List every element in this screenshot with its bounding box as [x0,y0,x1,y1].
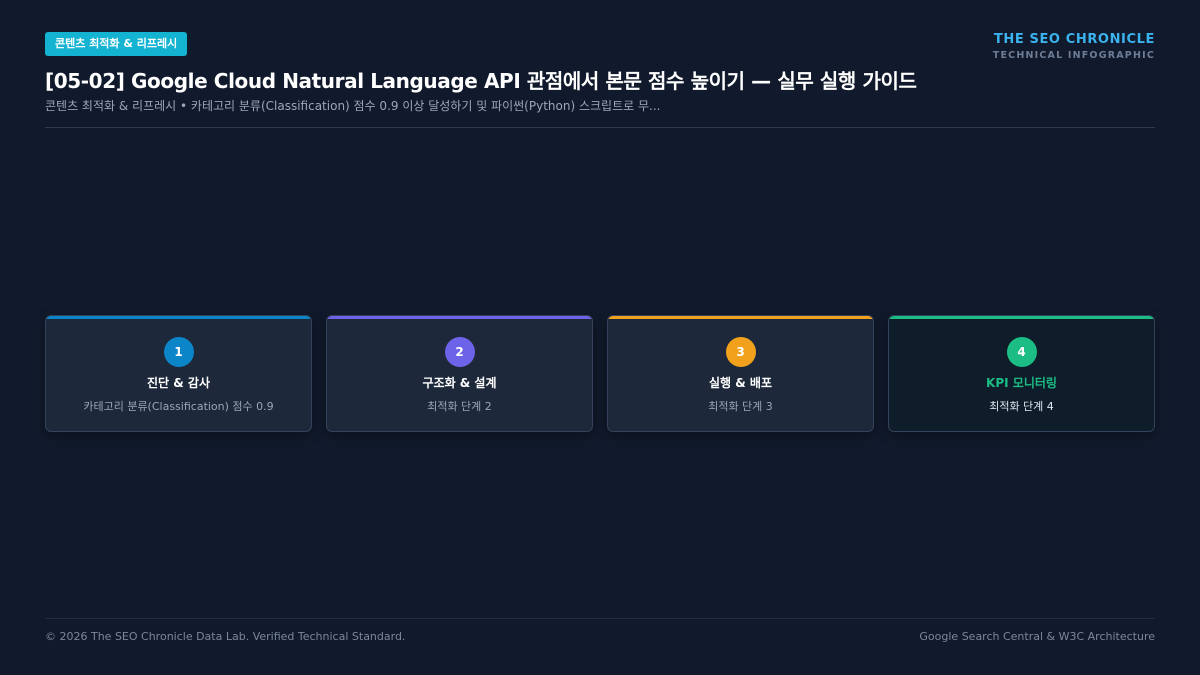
footer: © 2026 The SEO Chronicle Data Lab. Verif… [45,618,1155,643]
process-steps: 1 진단 & 감사 카테고리 분류(Classification) 점수 0.9… [45,315,1155,432]
step-1-number: 1 [163,337,194,367]
step-3-title: 실행 & 배포 [709,376,772,390]
header: 콘텐츠 최적화 & 리프레시 [05-02] Google Cloud Natu… [45,32,1155,128]
step-2-number: 2 [444,337,475,367]
step-1-description: 카테고리 분류(Classification) 점수 0.9 [83,400,274,413]
step-3-number: 3 [725,337,756,367]
category-badge: 콘텐츠 최적화 & 리프레시 [45,32,188,56]
step-card-1: 1 진단 & 감사 카테고리 분류(Classification) 점수 0.9 [45,315,312,432]
brand-tagline: TECHNICAL INFOGRAPHIC [992,50,1155,61]
footer-attribution: Google Search Central & W3C Architecture [919,630,1155,643]
page-title: [05-02] Google Cloud Natural Language AP… [45,69,917,93]
step-card-3: 3 실행 & 배포 최적화 단계 3 [607,315,874,432]
step-1-accent-bar [46,316,311,319]
step-2-title: 구조화 & 설계 [422,376,497,390]
step-4-accent-bar [889,316,1154,319]
step-4-number: 4 [1006,337,1037,367]
step-2-description: 최적화 단계 2 [427,400,492,413]
step-1-title: 진단 & 감사 [147,376,210,390]
step-card-4: 4 KPI 모니터링 최적화 단계 4 [888,315,1155,432]
step-3-description: 최적화 단계 3 [708,400,773,413]
step-2-accent-bar [327,316,592,319]
brand-name: THE SEO CHRONICLE [993,32,1155,47]
step-card-2: 2 구조화 & 설계 최적화 단계 2 [326,315,593,432]
footer-copyright: © 2026 The SEO Chronicle Data Lab. Verif… [45,630,406,643]
step-3-accent-bar [608,316,873,319]
step-4-title: KPI 모니터링 [986,376,1057,390]
step-4-description: 최적화 단계 4 [989,400,1054,413]
brand: THE SEO CHRONICLE TECHNICAL INFOGRAPHIC [993,32,1155,61]
page-subtitle: 콘텐츠 최적화 & 리프레시 • 카테고리 분류(Classification)… [45,99,661,113]
